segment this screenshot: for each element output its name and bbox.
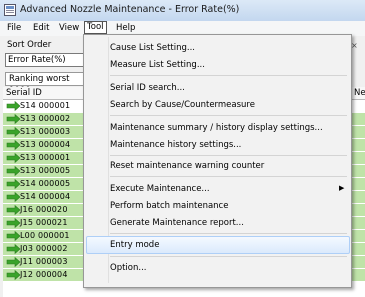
arrow-right-icon [6,152,21,164]
arrow-right-icon [6,256,21,268]
menu-item-entry-mode[interactable]: Entry mode [110,240,159,250]
arrow-right-icon [6,100,21,112]
arrow-right-icon [6,113,21,125]
menu-item-serial-search[interactable]: Serial ID search... [110,83,185,93]
serial-id-cell: S13 000005 [20,166,71,175]
menu-separator [110,176,347,177]
menu-separator [110,256,347,257]
menu-item-reset-warning[interactable]: Reset maintenance warning counter [110,161,264,171]
menu-help[interactable]: Help [114,22,137,34]
serial-id-cell: S14 000005 [20,179,71,188]
menu-item-execute-maintenance[interactable]: Execute Maintenance... [110,184,210,194]
menu-separator [110,155,347,156]
menu-view[interactable]: View [57,22,81,34]
menu-separator [110,233,347,234]
menu-separator [110,75,347,76]
serial-id-cell: S13 000003 [20,127,71,136]
menu-item-cause-list[interactable]: Cause List Setting... [110,43,195,53]
menu-item-summary-settings[interactable]: Maintenance summary / history display se… [110,123,323,133]
serial-id-cell: J03 000002 [20,244,68,253]
menu-item-search-cause[interactable]: Search by Cause/Countermeasure [110,100,255,110]
arrow-right-icon [6,165,21,177]
arrow-right-icon [6,269,21,281]
serial-id-cell: J15 000021 [20,218,68,227]
serial-id-cell: S14 000004 [20,192,71,201]
serial-id-cell: J12 000004 [20,270,68,279]
serial-id-cell: S13 000004 [20,140,71,149]
menu-separator [110,115,347,116]
serial-id-cell: J11 000003 [20,257,68,266]
window-title: Advanced Nozzle Maintenance - Error Rate… [20,4,240,15]
arrow-right-icon [6,139,21,151]
menu-item-measure-list[interactable]: Measure List Setting... [110,60,205,70]
tool-menu: Cause List Setting... Measure List Setti… [83,34,352,288]
arrow-right-icon [6,126,21,138]
menu-item-option[interactable]: Option... [110,263,146,273]
serial-id-cell: S14 000001 [20,101,71,110]
title-bar: Advanced Nozzle Maintenance - Error Rate… [0,0,365,21]
submenu-arrow-icon: ▶ [339,184,345,192]
column-header-serial-id[interactable]: Serial ID [6,88,42,98]
app-icon [4,4,16,16]
menu-edit[interactable]: Edit [31,22,51,34]
serial-id-cell: J16 000020 [20,205,68,214]
menu-tool[interactable]: Tool [84,21,107,34]
serial-id-cell: S13 000001 [20,153,71,162]
ranking-select[interactable]: Ranking worst 1000 [5,72,92,96]
close-icon[interactable]: × [351,41,358,50]
menu-file[interactable]: File [5,22,23,34]
arrow-right-icon [6,204,21,216]
menu-item-batch-maintenance[interactable]: Perform batch maintenance [110,201,228,211]
column-header-next[interactable]: Ne [354,88,365,98]
arrow-right-icon [6,217,21,229]
arrow-right-icon [6,230,21,242]
serial-id-cell: L00 000001 [20,231,70,240]
arrow-right-icon [6,243,21,255]
serial-id-cell: S13 000002 [20,114,71,123]
arrow-right-icon [6,178,21,190]
menu-item-history-settings[interactable]: Maintenance history settings... [110,140,241,150]
arrow-right-icon [6,191,21,203]
menu-item-generate-report[interactable]: Generate Maintenance report... [110,218,244,228]
sort-order-label: Sort Order [7,40,52,50]
